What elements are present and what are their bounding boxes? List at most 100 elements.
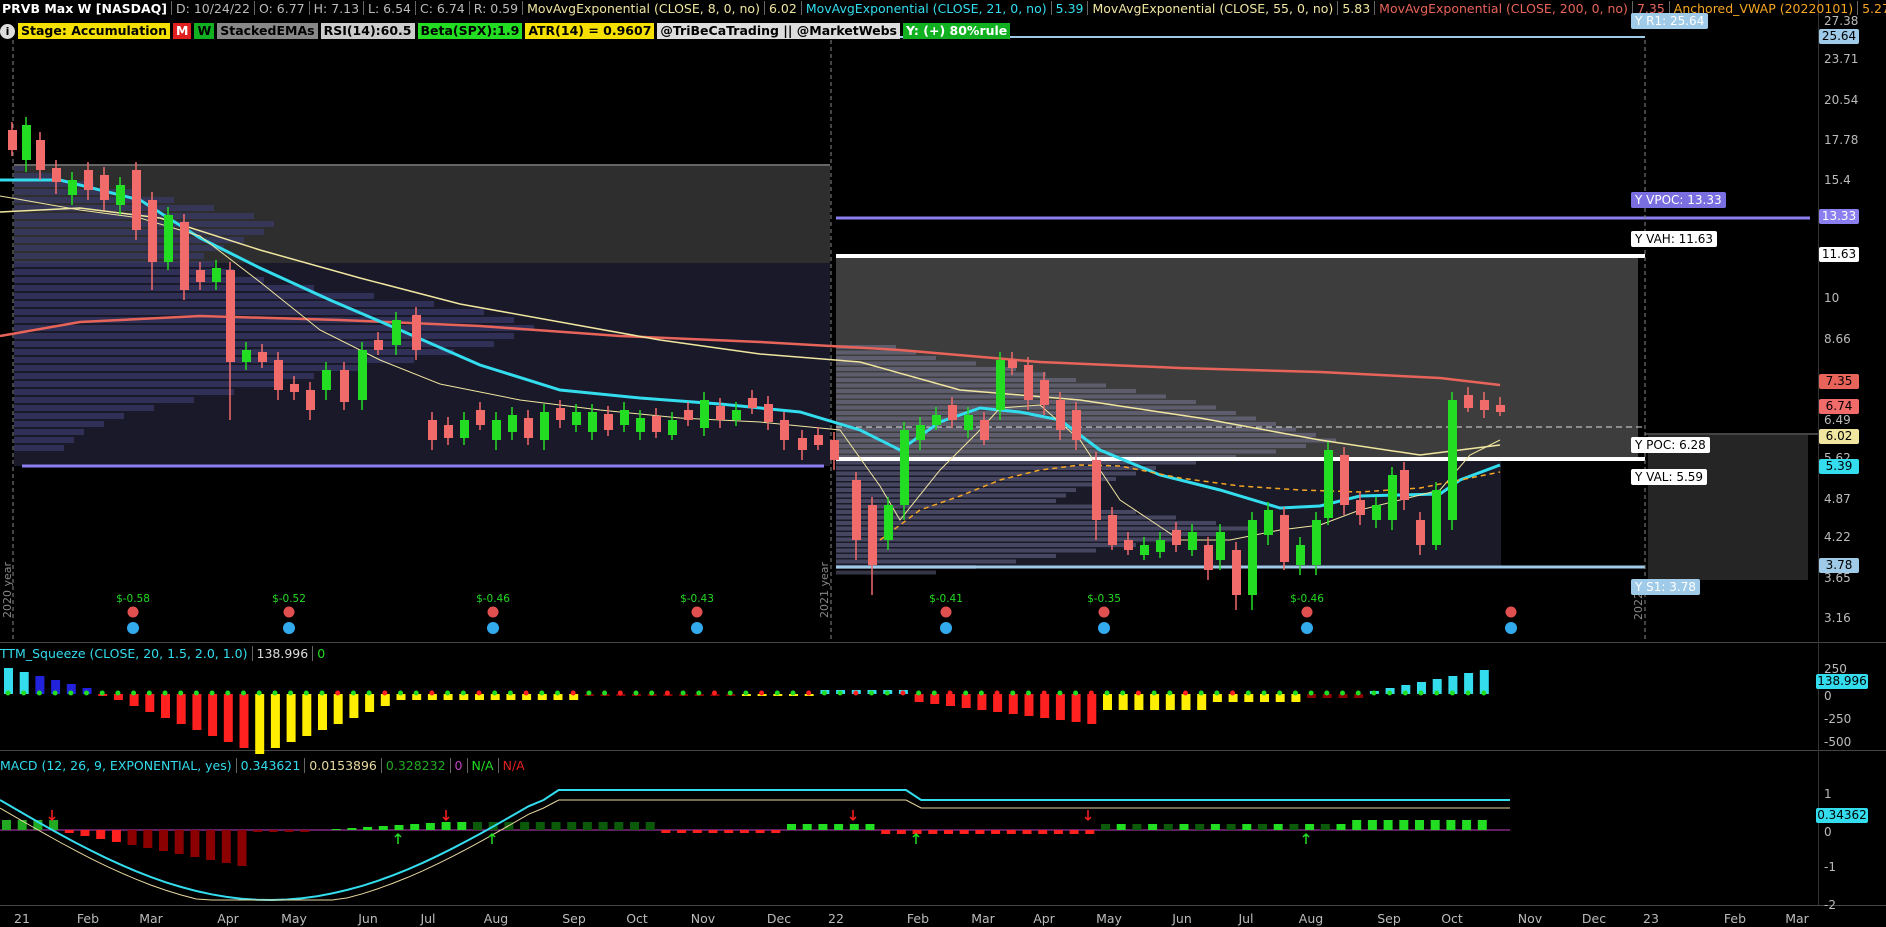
macd-avg-value: 0.0153896 [309,758,377,773]
candle-body [884,505,893,540]
squeeze-dot [586,690,592,696]
info-icon[interactable]: i [0,23,15,39]
squeeze-dot [1277,690,1283,696]
earnings-icon[interactable] [1505,622,1517,634]
ema55-study-label[interactable]: MovAvgExponential (CLOSE, 55, 0, no) [1092,1,1333,16]
stacked-emas-badge: StackedEMAs [217,23,318,39]
candle-body [540,412,549,440]
earnings-icon[interactable] [283,622,295,634]
macd-diff-value: 0.328232 [385,758,446,773]
ema21-price-pill: 5.39 [1819,459,1859,474]
candle-body [8,130,17,150]
macd-bar [96,830,106,839]
squeeze-dot [1308,690,1314,696]
volume-profile-bar [14,365,364,371]
earnings-label: $-0.35 [1087,593,1121,605]
squeeze-dot [1418,690,1424,696]
time-axis[interactable]: 21 Feb Mar Apr May Jun Jul Aug Sep Oct Nov Dec 22 Feb… [14,911,1810,926]
earnings-icon[interactable] [1301,606,1313,618]
earnings-icon[interactable] [940,606,952,618]
squeeze-bar [977,694,987,710]
squeeze-dot [978,690,984,696]
macd-bar [284,830,294,832]
squeeze-dot [916,690,922,696]
earnings-icon[interactable] [1098,606,1110,618]
squeeze-bar [192,694,202,730]
squeeze-dot [1355,690,1361,696]
time-axis-label: 23 [1643,911,1659,926]
squeeze-dot [1434,690,1440,696]
bar-low: L: 6.54 [368,0,412,16]
earnings-icon[interactable] [127,622,139,634]
macd-bar [645,822,655,830]
macd-bar [64,830,74,833]
squeeze-dot [256,690,262,696]
macd-bar [708,830,718,833]
macd-bar [206,830,216,860]
vah-price-pill: 11.63 [1819,247,1859,262]
macd-study-label[interactable]: MACD (12, 26, 9, EXPONENTIAL, yes) [0,758,232,773]
symbol-title[interactable]: PRVB Max W [NASDAQ] [0,1,167,16]
earnings-label: $-0.52 [272,593,306,605]
squeeze-dot [241,690,246,696]
candle-body [1448,400,1457,520]
earnings-icon[interactable] [487,622,499,634]
macd-bar [1415,820,1424,830]
candle-body [764,404,773,422]
earnings-icon[interactable] [487,606,499,618]
macd-bar [661,830,671,833]
earnings-icon[interactable] [1098,622,1110,634]
macd-axis-label: -2 [1824,898,1836,912]
squeeze-bar [349,694,359,718]
macd-bar [127,830,137,845]
arrow-up-icon [1302,832,1310,844]
arrow-down-icon [849,810,857,822]
ema8-study-label[interactable]: MovAvgExponential (CLOSE, 8, 0, no) [527,1,760,16]
price-axis[interactable]: 27.3823.7120.5417.7815.413.3311.63108.66… [1824,14,1858,625]
squeeze-study-label[interactable]: TTM_Squeeze (CLOSE, 20, 1.5, 2.0, 1.0) [0,646,248,661]
macd-bar [834,824,844,830]
macd-bar [1226,824,1236,830]
time-axis-label: Mar [1785,911,1809,926]
squeeze-bar [961,694,971,708]
squeeze-dot [131,690,137,696]
panel-border [0,905,1886,906]
candle-body [274,360,283,390]
squeeze-dot [821,690,827,696]
earnings-icon[interactable] [283,606,295,618]
candle-body [412,315,421,350]
yr1-callout: Y R1: 25.64 [1631,13,1709,29]
squeeze-dot [382,690,388,696]
macd-na-2: N/A [502,758,525,773]
macd-bar [1320,824,1330,830]
macd-bar [1383,820,1393,830]
chart-canvas[interactable]: $-0.58 $-0.52 $-0.46 $-0.43 $-0.41 $-0.35 $-0.… [0,0,1886,927]
macd-bar [677,830,687,833]
macd-bar [896,830,906,834]
ema21-study-label[interactable]: MovAvgExponential (CLOSE, 21, 0, no) [806,1,1047,16]
candle-body [226,270,235,362]
earnings-icon[interactable] [691,622,703,634]
macd-bar [1101,824,1110,830]
separator [522,1,524,15]
earnings-icon[interactable] [127,606,139,618]
volume-profile-bar [836,477,1116,481]
time-axis-label: Jul [419,911,435,926]
macd-bar [1053,830,1063,834]
separator [449,758,451,773]
earnings-icon[interactable] [691,606,703,618]
macd-bar [692,830,702,833]
earnings-icon[interactable] [1301,622,1313,634]
candle-body [1432,490,1441,545]
time-axis-label: Aug [484,911,508,926]
arrow-up-icon [912,832,920,844]
separator [380,758,382,773]
ema200-study-label[interactable]: MovAvgExponential (CLOSE, 200, 0, no) [1379,1,1628,16]
squeeze-zero-value: 0 [317,646,326,661]
squeeze-dot [1402,690,1408,696]
volume-profile-bar [836,543,1136,547]
macd-bar [441,822,451,830]
earnings-icon[interactable] [940,622,952,634]
candle-body [868,505,877,565]
earnings-icon[interactable] [1505,606,1517,618]
